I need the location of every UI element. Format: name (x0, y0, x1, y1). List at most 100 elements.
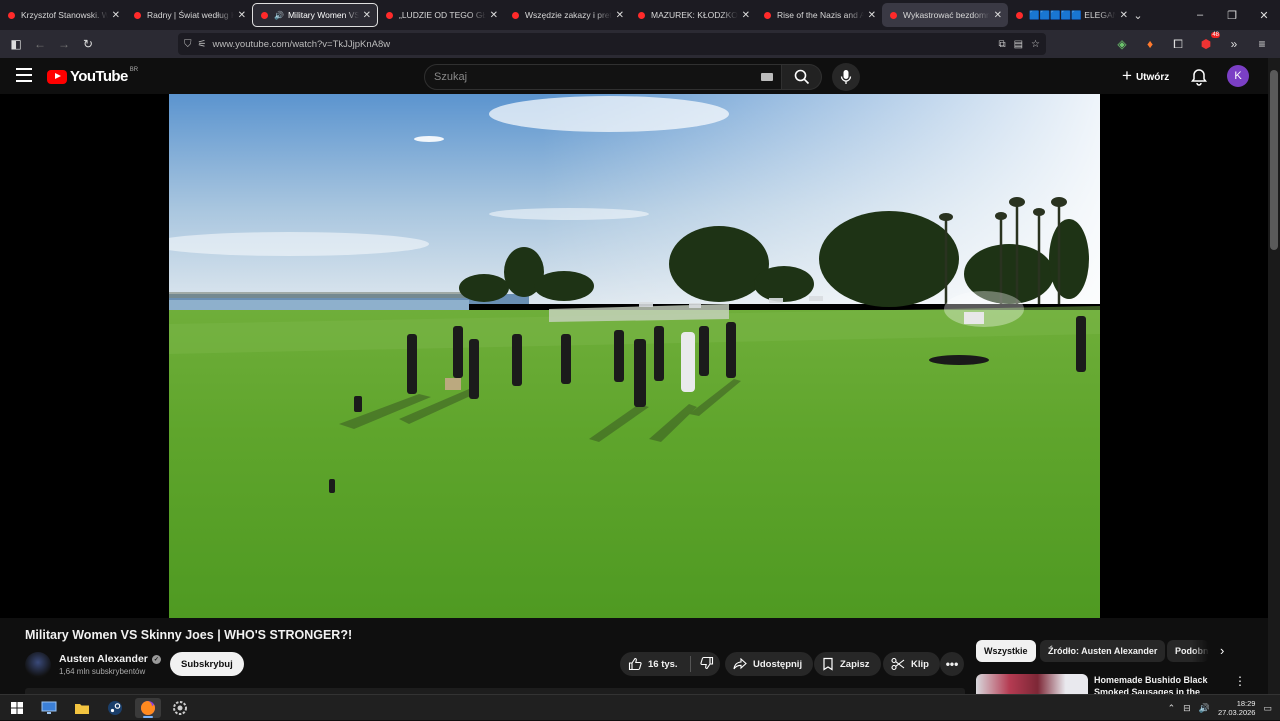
reader-view-icon[interactable]: ▤ (1014, 39, 1023, 50)
start-button[interactable] (4, 698, 30, 718)
tab-close-icon[interactable]: ✕ (490, 10, 498, 21)
system-tray: ⌃ ⊟ 🔊 18:29 27.03.2026 ▭ (1168, 695, 1272, 721)
sidebar-toggle-icon[interactable]: ◧ (4, 37, 28, 51)
bookmark-icon (823, 657, 833, 671)
browser-tab[interactable]: Krzysztof Stanowski. W ja ✕ (0, 3, 126, 27)
guide-menu-icon[interactable] (16, 68, 32, 82)
minimize-icon[interactable]: – (1184, 9, 1216, 21)
scissors-icon (891, 657, 905, 671)
clip-button[interactable]: Klip (883, 652, 940, 676)
search-button[interactable] (782, 64, 822, 90)
fox-extension-icon[interactable]: ♦ (1138, 37, 1162, 51)
channel-name-row[interactable]: Austen Alexander ✓ (59, 653, 161, 665)
browser-tab[interactable]: Wykastrować bezdomne ✕ (882, 3, 1008, 27)
video-frame[interactable] (169, 94, 1100, 618)
account-avatar[interactable]: K (1227, 65, 1249, 87)
tray-overflow-chevron-icon[interactable]: ⌃ (1168, 703, 1176, 714)
url-text[interactable]: www.youtube.com/watch?v=TkJJjpKnA8w (212, 39, 390, 50)
site-settings-icon[interactable]: ⚟ (198, 39, 207, 50)
window-controls: ⌄ – ❐ ✕ (1122, 0, 1280, 30)
youtube-logo[interactable]: YouTube BR (47, 67, 138, 85)
save-label: Zapisz (840, 658, 870, 670)
keyboard-icon[interactable] (761, 73, 773, 81)
notifications-button[interactable] (1189, 67, 1209, 87)
restore-icon[interactable]: ❐ (1216, 9, 1248, 22)
chevron-right-icon[interactable]: › (1220, 643, 1224, 658)
shield-icon[interactable]: ⛉ (184, 39, 192, 50)
network-icon[interactable]: ⊟ (1183, 703, 1191, 714)
channel-avatar[interactable] (25, 652, 51, 678)
chip-all[interactable]: Wszystkie (976, 640, 1036, 662)
like-button[interactable] (628, 657, 642, 671)
firefox-icon (141, 701, 155, 715)
suggestion-thumbnail[interactable] (976, 674, 1088, 694)
browser-tab[interactable]: 🟦🟦🟦🟦🟦 ELEGANC ✕ (1008, 3, 1134, 27)
video-title: Military Women VS Skinny Joes | WHO'S ST… (25, 628, 353, 642)
taskbar-file-explorer[interactable] (69, 698, 95, 718)
bookmark-star-icon[interactable]: ☆ (1031, 39, 1040, 50)
taskbar-steam[interactable] (102, 698, 128, 718)
browser-tab[interactable]: 🔊Military Women VS Skinny ✕ (252, 3, 378, 27)
like-count[interactable]: 16 tys. (648, 659, 678, 670)
search-placeholder: Szukaj (434, 71, 468, 83)
clock-time: 18:29 (1236, 699, 1256, 708)
browser-tab[interactable]: Wszędzie zakazy i pretens ✕ (504, 3, 630, 27)
browser-tab-title: Wszędzie zakazy i pretens (525, 10, 612, 20)
tab-audio-icon[interactable]: 🔊 (274, 11, 284, 20)
ublock-icon[interactable]: ⬢ 48 (1194, 32, 1220, 51)
browser-tab[interactable]: „LUDZIE OD TEGO GŁUPI ✕ (378, 3, 504, 27)
tab-close-icon[interactable]: ✕ (868, 10, 876, 21)
search-input[interactable]: Szukaj (424, 64, 782, 90)
overflow-chevrons-icon[interactable]: » (1222, 37, 1246, 51)
browser-tab-title: Rise of the Nazis and Adol (777, 10, 864, 20)
tab-list-chevron-icon[interactable]: ⌄ (1122, 9, 1154, 22)
browser-tab[interactable]: Radny | Świat według Kie ✕ (126, 3, 252, 27)
picture-in-picture-icon[interactable]: ⧉ (998, 39, 1005, 50)
youtube-play-icon (47, 69, 67, 84)
taskbar-firefox[interactable] (135, 698, 161, 718)
address-bar[interactable]: ⛉ ⚟ www.youtube.com/watch?v=TkJJjpKnA8w … (178, 33, 1046, 55)
channel-name[interactable]: Austen Alexander (59, 653, 148, 665)
subscribe-button[interactable]: Subskrybuj (170, 652, 244, 676)
video-player[interactable] (0, 94, 1268, 618)
tab-close-icon[interactable]: ✕ (742, 10, 750, 21)
voice-search-button[interactable] (832, 63, 860, 91)
suggestion-more-icon[interactable]: ⋮ (1234, 674, 1246, 688)
back-icon[interactable]: ← (28, 37, 52, 51)
taskbar-monitor-app[interactable] (36, 698, 62, 718)
chip-similar[interactable]: Podobne (1167, 640, 1209, 662)
bell-icon (1191, 69, 1207, 86)
forward-icon[interactable]: → (52, 37, 76, 51)
menu-icon[interactable]: ≡ (1250, 37, 1274, 51)
reload-icon[interactable]: ↻ (76, 37, 100, 51)
browser-tab[interactable]: Rise of the Nazis and Adol ✕ (756, 3, 882, 27)
suggestion-title[interactable]: Homemade Bushido Black Smoked Sausages i… (1094, 674, 1214, 694)
scrollbar-thumb[interactable] (1270, 70, 1278, 250)
taskbar-other-app[interactable] (167, 698, 193, 718)
share-button[interactable]: Udostępnij (725, 652, 814, 676)
folder-icon (75, 703, 89, 714)
tab-close-icon[interactable]: ✕ (238, 10, 246, 21)
browser-tab-title: Krzysztof Stanowski. W ja (21, 10, 108, 20)
volume-icon[interactable]: 🔊 (1199, 703, 1210, 714)
youtube-favicon-icon (638, 11, 645, 19)
save-button[interactable]: Zapisz (814, 652, 881, 676)
browser-tab-title: Wykastrować bezdomne (903, 10, 990, 20)
privacy-badger-icon[interactable]: ◈ (1110, 37, 1134, 51)
chip-source[interactable]: Źródło: Austen Alexander (1040, 640, 1166, 662)
browser-tab[interactable]: MAZUREK: KŁODZKO, PE ✕ (630, 3, 756, 27)
dislike-button[interactable] (694, 656, 714, 673)
notifications-center-icon[interactable]: ▭ (1263, 703, 1272, 714)
page-scrollbar[interactable] (1268, 58, 1280, 694)
close-window-icon[interactable]: ✕ (1248, 9, 1280, 22)
tab-close-icon[interactable]: ✕ (994, 10, 1002, 21)
tab-close-icon[interactable]: ✕ (363, 10, 371, 21)
more-actions-icon[interactable]: ••• (940, 652, 964, 676)
tab-close-icon[interactable]: ✕ (616, 10, 624, 21)
extensions-puzzle-icon[interactable]: ⧠ (1166, 37, 1190, 52)
clock[interactable]: 18:29 27.03.2026 (1218, 699, 1256, 717)
browser-tab-title: MAZUREK: KŁODZKO, PE (651, 10, 738, 20)
youtube-favicon-icon (512, 11, 519, 19)
tab-close-icon[interactable]: ✕ (112, 10, 120, 21)
create-button[interactable]: + Utwórz (1116, 65, 1179, 89)
